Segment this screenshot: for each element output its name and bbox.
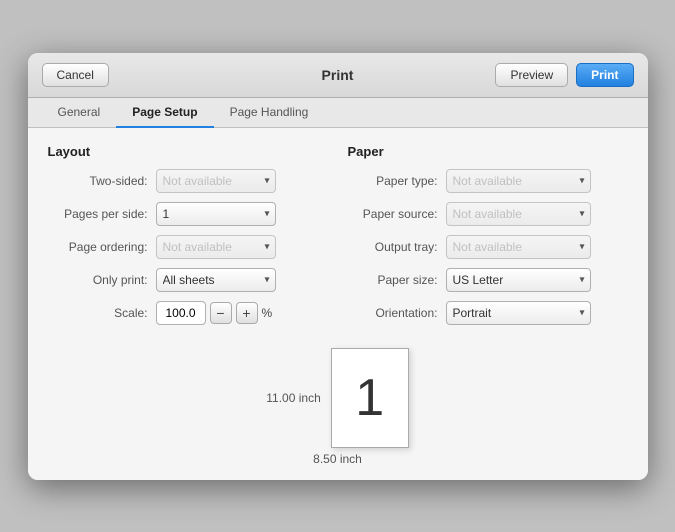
paper-type-select-wrapper: Not available	[446, 169, 591, 193]
two-sided-label: Two-sided:	[48, 174, 148, 188]
paper-type-row: Paper type: Not available	[348, 169, 628, 193]
two-sided-select-wrapper: Not available	[156, 169, 276, 193]
page-ordering-select[interactable]: Not available	[156, 235, 276, 259]
scale-unit: %	[262, 306, 273, 320]
orientation-select[interactable]: Portrait	[446, 301, 591, 325]
paper-type-select[interactable]: Not available	[446, 169, 591, 193]
paper-size-label: Paper size:	[348, 273, 438, 287]
paper-size-row: Paper size: US Letter	[348, 268, 628, 292]
tab-general[interactable]: General	[42, 98, 117, 128]
only-print-select[interactable]: All sheets	[156, 268, 276, 292]
two-column-layout: Layout Two-sided: Not available Pages pe…	[48, 144, 628, 334]
two-sided-select[interactable]: Not available	[156, 169, 276, 193]
print-button[interactable]: Print	[576, 63, 633, 87]
orientation-label: Orientation:	[348, 306, 438, 320]
page-preview: 1	[331, 348, 409, 448]
paper-header: Paper	[348, 144, 628, 159]
orientation-row: Orientation: Portrait	[348, 301, 628, 325]
layout-column: Layout Two-sided: Not available Pages pe…	[48, 144, 328, 334]
page-preview-wrapper: 11.00 inch 1	[266, 348, 409, 448]
height-label: 11.00 inch	[266, 391, 321, 405]
tab-page-setup[interactable]: Page Setup	[116, 98, 213, 128]
pages-per-side-label: Pages per side:	[48, 207, 148, 221]
print-dialog: Cancel Print Preview Print General Page …	[28, 53, 648, 480]
paper-size-select[interactable]: US Letter	[446, 268, 591, 292]
page-ordering-row: Page ordering: Not available	[48, 235, 328, 259]
only-print-select-wrapper: All sheets	[156, 268, 276, 292]
titlebar-left-buttons: Cancel	[42, 63, 109, 87]
preview-button[interactable]: Preview	[495, 63, 568, 87]
titlebar: Cancel Print Preview Print	[28, 53, 648, 98]
paper-source-row: Paper source: Not available	[348, 202, 628, 226]
page-setup-content: Layout Two-sided: Not available Pages pe…	[28, 128, 648, 480]
scale-label: Scale:	[48, 306, 148, 320]
page-number: 1	[355, 368, 384, 428]
scale-controls: − + %	[156, 301, 273, 325]
pages-per-side-select-wrapper: 1	[156, 202, 276, 226]
scale-input[interactable]	[156, 301, 206, 325]
pages-per-side-row: Pages per side: 1	[48, 202, 328, 226]
orientation-select-wrapper: Portrait	[446, 301, 591, 325]
output-tray-select[interactable]: Not available	[446, 235, 591, 259]
paper-type-label: Paper type:	[348, 174, 438, 188]
page-ordering-select-wrapper: Not available	[156, 235, 276, 259]
preview-area: 11.00 inch 1 8.50 inch	[48, 348, 628, 466]
paper-source-select-wrapper: Not available	[446, 202, 591, 226]
two-sided-row: Two-sided: Not available	[48, 169, 328, 193]
tab-page-handling[interactable]: Page Handling	[214, 98, 325, 128]
scale-row: Scale: − + %	[48, 301, 328, 325]
output-tray-row: Output tray: Not available	[348, 235, 628, 259]
cancel-button[interactable]: Cancel	[42, 63, 109, 87]
width-label: 8.50 inch	[313, 452, 362, 466]
paper-column: Paper Paper type: Not available Paper so…	[348, 144, 628, 334]
scale-increase-button[interactable]: +	[236, 302, 258, 324]
paper-size-select-wrapper: US Letter	[446, 268, 591, 292]
output-tray-label: Output tray:	[348, 240, 438, 254]
layout-header: Layout	[48, 144, 328, 159]
output-tray-select-wrapper: Not available	[446, 235, 591, 259]
only-print-label: Only print:	[48, 273, 148, 287]
only-print-row: Only print: All sheets	[48, 268, 328, 292]
paper-source-label: Paper source:	[348, 207, 438, 221]
paper-source-select[interactable]: Not available	[446, 202, 591, 226]
dialog-title: Print	[322, 67, 354, 83]
tab-bar: General Page Setup Page Handling	[28, 98, 648, 128]
titlebar-right-buttons: Preview Print	[495, 63, 633, 87]
scale-decrease-button[interactable]: −	[210, 302, 232, 324]
page-ordering-label: Page ordering:	[48, 240, 148, 254]
pages-per-side-select[interactable]: 1	[156, 202, 276, 226]
